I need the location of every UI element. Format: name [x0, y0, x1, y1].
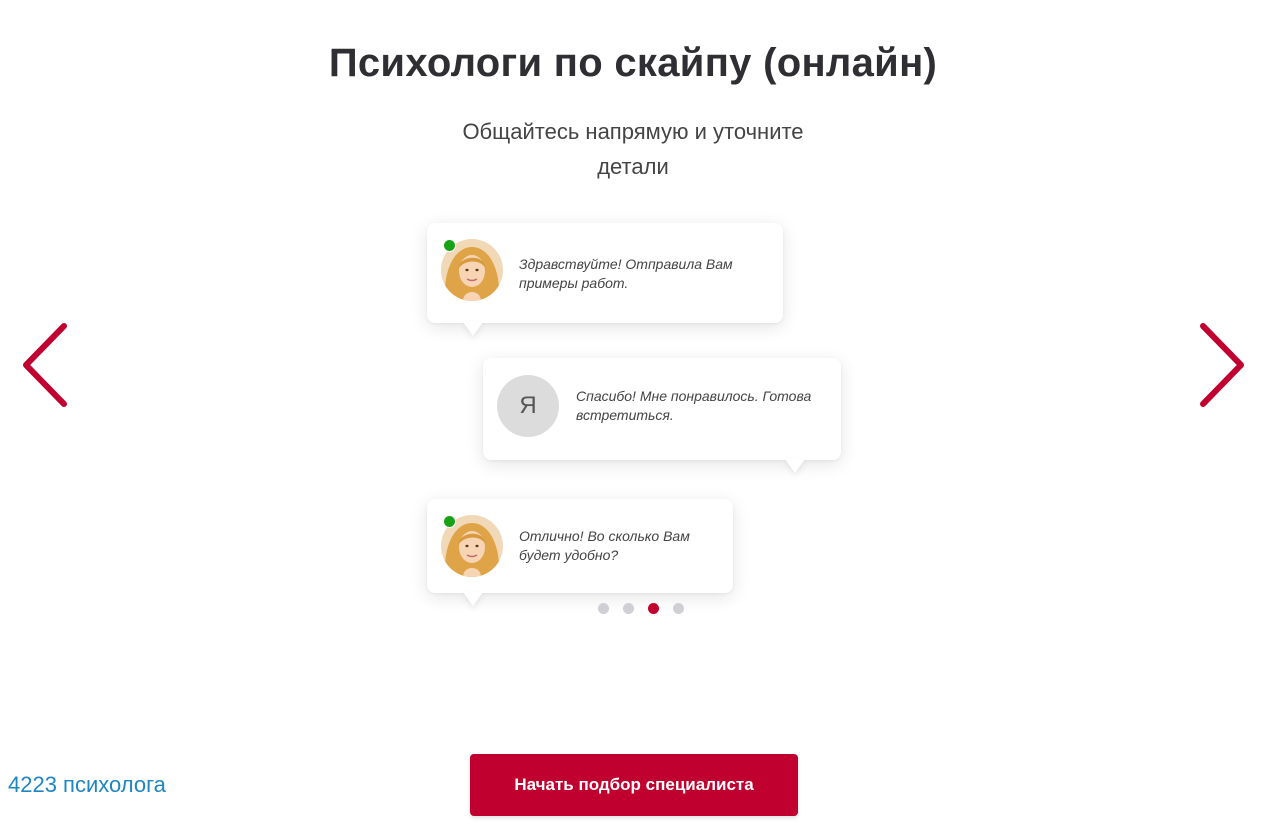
- online-status-icon: [443, 239, 456, 252]
- carousel-dot-2[interactable]: [623, 603, 634, 614]
- online-status-icon: [443, 515, 456, 528]
- start-matching-button[interactable]: Начать подбор специалиста: [470, 754, 798, 816]
- bubble-tail: [463, 322, 483, 336]
- chevron-left-icon: [23, 323, 67, 407]
- message-text: Спасибо! Мне понравилось. Готова встрети…: [576, 388, 812, 423]
- psychologists-count-link[interactable]: 4223 психолога: [8, 772, 166, 798]
- bubble-tail: [785, 459, 805, 473]
- message-text: Здравствуйте! Отправила Вам примеры рабо…: [519, 256, 733, 291]
- slide-subtitle: Общайтесь напрямую и уточните детали: [462, 119, 804, 179]
- chevron-right-icon: [1200, 323, 1244, 407]
- chat-message-user: Я Спасибо! Мне понравилось. Готова встре…: [483, 358, 841, 473]
- carousel-dot-3[interactable]: [648, 603, 659, 614]
- chat-message-specialist: Здравствуйте! Отправила Вам примеры рабо…: [427, 223, 783, 336]
- carousel-prev-button[interactable]: [18, 320, 74, 410]
- carousel-dot-4[interactable]: [673, 603, 684, 614]
- chat-message-specialist: Отлично! Во сколько Вам будет удобно?: [427, 499, 733, 606]
- carousel-next-button[interactable]: [1193, 320, 1249, 410]
- user-avatar: Я: [497, 375, 559, 437]
- message-text: Отлично! Во сколько Вам будет удобно?: [519, 528, 690, 563]
- bubble-tail: [463, 592, 483, 606]
- page-title: Психологи по скайпу (онлайн): [328, 40, 938, 85]
- carousel-dot-1[interactable]: [598, 603, 609, 614]
